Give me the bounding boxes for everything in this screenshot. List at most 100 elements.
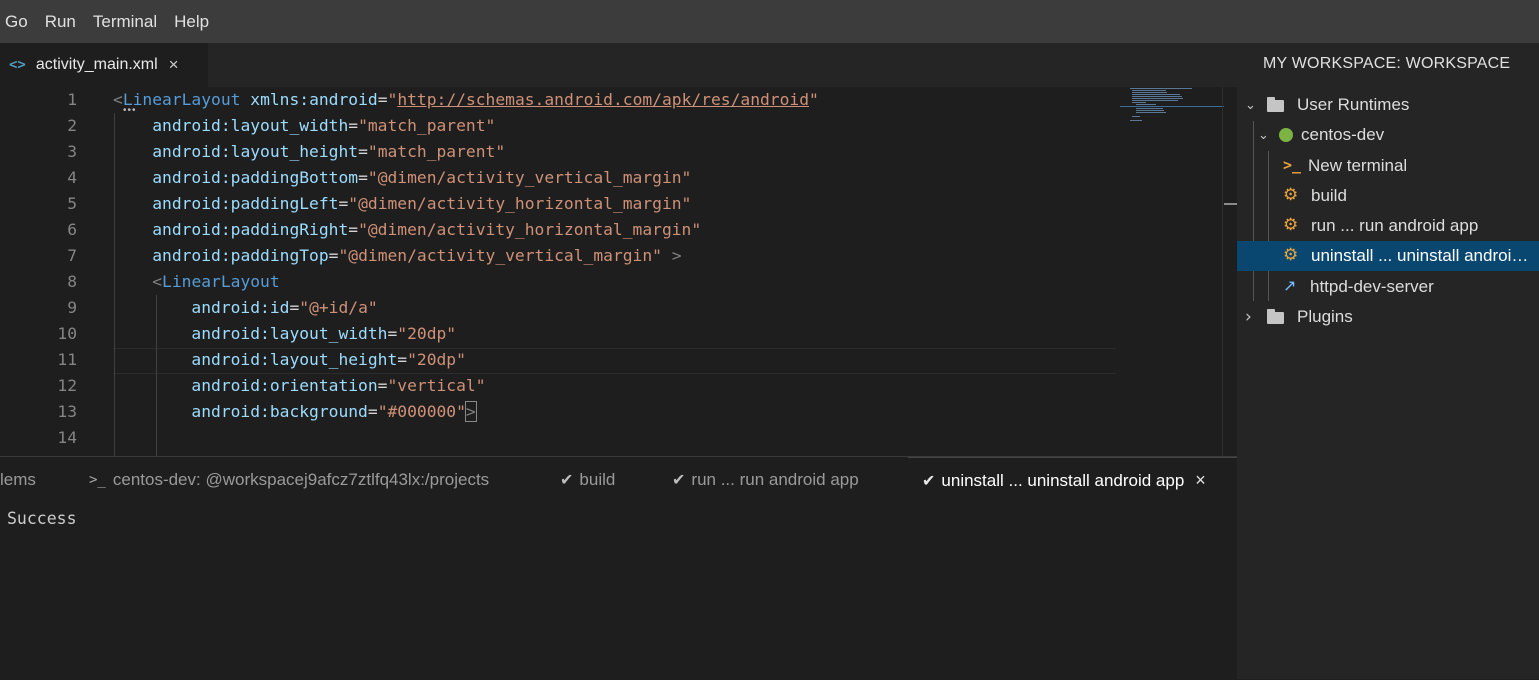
code-token: http://schemas.android.com/apk/res/andro… xyxy=(397,90,810,109)
external-link-icon: ↗ xyxy=(1283,278,1297,295)
code-token: = xyxy=(367,402,378,421)
tab-task-run[interactable]: ✔ run ... run android app xyxy=(672,457,859,503)
code-line[interactable]: 3 android:layout_height="match_parent" xyxy=(0,139,1120,165)
chevron-down-icon: ⌄ xyxy=(1245,97,1256,113)
code-token: "match_parent" xyxy=(358,116,496,135)
tab-task-build[interactable]: ✔ build xyxy=(560,457,615,503)
tree-label: Plugins xyxy=(1297,307,1353,326)
scroll-marker xyxy=(1224,203,1237,205)
close-icon[interactable]: × xyxy=(1195,470,1206,491)
code-token: = xyxy=(377,376,388,395)
code-token: = xyxy=(377,90,388,109)
terminal-icon: >_ xyxy=(1283,156,1302,174)
code-token: = xyxy=(348,220,359,239)
tree-item-centos-dev[interactable]: ⌄ centos-dev xyxy=(1237,120,1539,150)
code-token: = xyxy=(358,142,368,161)
code-token: "vertical" xyxy=(387,376,486,395)
code-text: android:paddingBottom="@dimen/activity_v… xyxy=(113,165,691,191)
terminal-output[interactable]: Success xyxy=(7,509,77,528)
menu-terminal[interactable]: Terminal xyxy=(88,12,168,32)
panel-tab-bar: lems >_ centos-dev: @workspacej9afcz7ztl… xyxy=(0,457,1237,503)
tree-item-run-android-app[interactable]: ⚙ run ... run android app xyxy=(1237,211,1539,241)
code-line[interactable]: 7 android:paddingTop="@dimen/activity_ve… xyxy=(0,243,1120,269)
running-status-icon xyxy=(1279,128,1293,142)
code-token: "@dimen/activity_vertical_margin" xyxy=(367,168,692,187)
line-number: 13 xyxy=(57,402,77,421)
code-line[interactable]: 10 android:layout_width="20dp" xyxy=(0,321,1120,347)
code-text: <LinearLayout xmlns:android="http://sche… xyxy=(113,87,819,113)
tab-label: build xyxy=(579,470,616,489)
tab-problems[interactable]: lems xyxy=(0,457,36,503)
code-token: = xyxy=(387,324,398,343)
code-token: = xyxy=(397,350,408,369)
code-editor[interactable]: 1 <LinearLayout xmlns:android="http://sch… xyxy=(0,87,1237,456)
check-icon: ✔ xyxy=(560,472,574,489)
minimap[interactable] xyxy=(1120,87,1224,456)
code-token: "match_parent" xyxy=(367,142,506,161)
tree-item-build[interactable]: ⚙ build xyxy=(1237,181,1539,211)
menu-help[interactable]: Help xyxy=(169,12,220,32)
code-token: "#000000" xyxy=(377,402,466,421)
code-line[interactable]: 1 <LinearLayout xmlns:android="http://sch… xyxy=(0,87,1120,113)
code-line[interactable]: 12 android:orientation="vertical" xyxy=(0,373,1120,399)
line-number: 3 xyxy=(67,142,77,161)
tab-activity-main-xml[interactable]: <> activity_main.xml × xyxy=(0,43,208,87)
workspace-sidebar: MY WORKSPACE: WORKSPACE ⌄ User Runtimes … xyxy=(1237,43,1539,679)
code-line[interactable]: 5 android:paddingLeft="@dimen/activity_h… xyxy=(0,191,1120,217)
code-token: > xyxy=(464,401,477,422)
code-line[interactable]: 9 android:id="@+id/a" xyxy=(0,295,1120,321)
code-line[interactable]: 14 xyxy=(0,425,1120,451)
code-token: " xyxy=(387,90,398,109)
line-number: 9 xyxy=(67,298,77,317)
menu-bar: Go Run Terminal Help xyxy=(0,0,1539,43)
code-line[interactable]: 13 android:background="#000000"> xyxy=(0,399,1120,425)
gear-icon: ⚙ xyxy=(1283,245,1299,264)
code-line[interactable]: 4 android:paddingBottom="@dimen/activity… xyxy=(0,165,1120,191)
bottom-panel: lems >_ centos-dev: @workspacej9afcz7ztl… xyxy=(0,456,1237,680)
code-token: android:orientation xyxy=(191,376,378,395)
code-line[interactable]: 11 android:layout_height="20dp" xyxy=(0,347,1120,373)
code-text: <LinearLayout xyxy=(113,269,280,295)
menu-run[interactable]: Run xyxy=(40,12,87,32)
tab-label: uninstall ... uninstall android app xyxy=(941,470,1185,490)
chevron-right-icon: › xyxy=(1245,307,1252,327)
tab-terminal-centos-dev[interactable]: >_ centos-dev: @workspacej9afcz7ztlfq43l… xyxy=(89,457,489,503)
code-token: > xyxy=(671,246,682,265)
code-token: "@dimen/activity_horizontal_margin" xyxy=(348,194,692,213)
code-text: android:orientation="vertical" xyxy=(113,373,486,399)
tree-item-plugins[interactable]: › Plugins xyxy=(1237,302,1539,332)
menu-go[interactable]: Go xyxy=(0,12,39,32)
line-number: 1 xyxy=(67,90,77,109)
tab-label: run ... run android app xyxy=(691,470,859,489)
code-token: "@+id/a" xyxy=(299,298,378,317)
code-token: LinearLayout xyxy=(162,272,280,291)
tab-label: centos-dev: @workspacej9afcz7ztlfq43lx:/… xyxy=(112,470,490,489)
tree-item-uninstall-android-app[interactable]: ⚙ uninstall ... uninstall android app xyxy=(1237,241,1539,271)
editor-tab-bar: <> activity_main.xml × xyxy=(0,43,1237,87)
tree-item-httpd-dev-server[interactable]: ↗ httpd-dev-server xyxy=(1237,272,1539,302)
tree-label: New terminal xyxy=(1308,156,1408,175)
code-token: < xyxy=(152,272,163,291)
code-token: = xyxy=(328,246,339,265)
code-line[interactable]: 8 <LinearLayout xyxy=(0,269,1120,295)
code-token: xmlns:android xyxy=(250,90,378,109)
code-token: android:layout_height xyxy=(191,350,398,369)
line-number: 5 xyxy=(67,194,77,213)
code-line[interactable]: 2 android:layout_width="match_parent" xyxy=(0,113,1120,139)
tab-task-uninstall[interactable]: ✔ uninstall ... uninstall android app × xyxy=(908,457,1237,503)
close-icon[interactable]: × xyxy=(169,55,179,75)
code-token: = xyxy=(338,194,349,213)
code-token: android:paddingBottom xyxy=(152,168,359,187)
fold-ellipsis-icon[interactable]: ••• xyxy=(123,105,137,116)
code-token: android:paddingLeft xyxy=(152,194,339,213)
code-token: android:layout_height xyxy=(152,142,359,161)
line-number: 2 xyxy=(67,116,77,135)
code-line[interactable]: 6 android:paddingRight="@dimen/activity_… xyxy=(0,217,1120,243)
code-token: android:id xyxy=(191,298,290,317)
tree-item-user-runtimes[interactable]: ⌄ User Runtimes xyxy=(1237,90,1539,120)
editor-scrollbar[interactable] xyxy=(1222,87,1237,456)
check-icon: ✔ xyxy=(672,472,686,489)
tree-item-new-terminal[interactable]: >_ New terminal xyxy=(1237,151,1539,181)
